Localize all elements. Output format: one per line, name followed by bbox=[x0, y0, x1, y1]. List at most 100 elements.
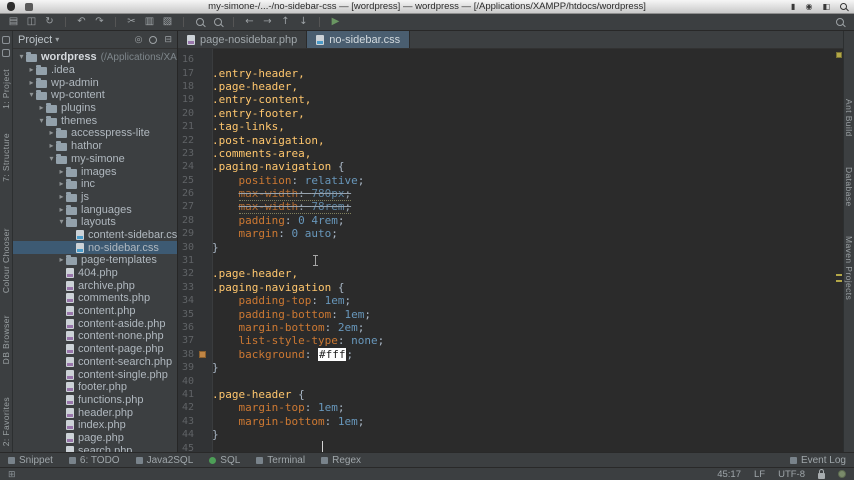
chevron-right-icon[interactable]: ▸ bbox=[57, 192, 66, 201]
line-number[interactable]: 41 bbox=[178, 389, 198, 400]
line-number[interactable]: 19 bbox=[178, 94, 198, 105]
tool-window-button-7-structure[interactable]: 7: Structure bbox=[1, 133, 11, 182]
tree-item-languages[interactable]: ▸ languages bbox=[13, 203, 177, 216]
line-number[interactable]: 30 bbox=[178, 242, 198, 253]
tree-item-hathor[interactable]: ▸ hathor bbox=[13, 140, 177, 153]
apple-menu-icon[interactable] bbox=[7, 2, 15, 11]
tool-window-button-terminal[interactable]: Terminal bbox=[256, 455, 305, 466]
line-number[interactable]: 28 bbox=[178, 215, 198, 226]
tool-strip-icon[interactable] bbox=[2, 36, 10, 44]
tool-window-button-1-project[interactable]: 1: Project bbox=[1, 69, 11, 109]
file-encoding[interactable]: UTF-8 bbox=[778, 469, 805, 480]
line-number[interactable]: 34 bbox=[178, 295, 198, 306]
code-line-17[interactable]: 17 .entry-header, bbox=[178, 66, 835, 80]
code-line-37[interactable]: 37 list-style-type: none; bbox=[178, 334, 835, 347]
tool-window-button-colour-chooser[interactable]: Colour Chooser bbox=[1, 228, 11, 293]
line-number[interactable]: 31 bbox=[178, 255, 198, 266]
line-number[interactable]: 22 bbox=[178, 135, 198, 146]
chevron-down-icon[interactable]: ▾ bbox=[47, 154, 56, 163]
tree-item-my-simone[interactable]: ▾ my-simone bbox=[13, 153, 177, 166]
code-line-38[interactable]: 38 background: #fff; bbox=[178, 347, 835, 361]
line-number[interactable]: 43 bbox=[178, 416, 198, 427]
copy-icon[interactable]: ▥ bbox=[142, 15, 157, 29]
chevron-down-icon[interactable]: ▾ bbox=[17, 53, 26, 61]
line-number[interactable]: 40 bbox=[178, 376, 198, 387]
tool-window-button-database[interactable]: Database bbox=[844, 167, 854, 207]
undo-icon[interactable]: ↶ bbox=[74, 15, 89, 29]
tree-item-page-templates[interactable]: ▸ page-templates bbox=[13, 254, 177, 267]
scroll-from-source-icon[interactable]: ◎ bbox=[135, 35, 143, 44]
code-line-31[interactable]: 31 bbox=[178, 254, 835, 267]
code-editor[interactable]: 16 17 .entry-header, 18 .page-header, 19 .entr… bbox=[178, 49, 835, 452]
hide-panel-icon[interactable]: ⊟ bbox=[164, 35, 172, 44]
code-line-19[interactable]: 19 .entry-content, bbox=[178, 93, 835, 106]
tree-item-content-search-php[interactable]: content-search.php bbox=[13, 356, 177, 369]
line-number[interactable]: 21 bbox=[178, 121, 198, 132]
replace-icon[interactable] bbox=[210, 15, 225, 29]
menubar-status-icon[interactable]: ◉ bbox=[805, 2, 812, 11]
line-number[interactable]: 16 bbox=[178, 54, 198, 65]
tree-item-comments-php[interactable]: comments.php bbox=[13, 292, 177, 305]
line-number[interactable]: 39 bbox=[178, 362, 198, 373]
menubar-status-icon[interactable]: ▮ bbox=[791, 2, 795, 11]
tree-item-images[interactable]: ▸ images bbox=[13, 165, 177, 178]
tree-item-content-sidebar-css[interactable]: content-sidebar.css bbox=[13, 229, 177, 242]
forward-icon[interactable]: → bbox=[260, 15, 275, 29]
tree-item-functions-php[interactable]: functions.php bbox=[13, 394, 177, 407]
code-line-36[interactable]: 36 margin-bottom: 2em; bbox=[178, 321, 835, 334]
tree-item-footer-php[interactable]: footer.php bbox=[13, 381, 177, 394]
tree-item-wp-content[interactable]: ▾ wp-content bbox=[13, 89, 177, 102]
code-line-33[interactable]: 33 .paging-navigation { bbox=[178, 281, 835, 294]
tool-window-button-java2sql[interactable]: Java2SQL bbox=[135, 455, 193, 466]
chevron-right-icon[interactable]: ▸ bbox=[57, 205, 66, 214]
tree-item-plugins[interactable]: ▸ plugins bbox=[13, 102, 177, 115]
code-line-21[interactable]: 21 .tag-links, bbox=[178, 120, 835, 133]
chevron-down-icon[interactable]: ▾ bbox=[57, 218, 66, 226]
tab-no-sidebar-css[interactable]: no-sidebar.css bbox=[307, 31, 411, 48]
code-line-27[interactable]: 27 max-width: 78rem; bbox=[178, 200, 835, 215]
tool-window-switcher-icon[interactable]: ⊞ bbox=[8, 469, 16, 479]
chevron-right-icon[interactable]: ▸ bbox=[47, 142, 56, 150]
save-icon[interactable]: ◫ bbox=[24, 15, 39, 29]
code-line-34[interactable]: 34 padding-top: 1em; bbox=[178, 294, 835, 307]
down-icon[interactable]: ↓ bbox=[296, 15, 311, 29]
tree-item-index-php[interactable]: index.php bbox=[13, 419, 177, 432]
line-number[interactable]: 35 bbox=[178, 309, 198, 320]
tree-item-search-php[interactable]: search.php bbox=[13, 444, 177, 452]
tree-item-archive-php[interactable]: archive.php bbox=[13, 279, 177, 292]
code-line-44[interactable]: 44} bbox=[178, 428, 835, 441]
code-line-32[interactable]: 32 .page-header, bbox=[178, 267, 835, 280]
tree-item-header-php[interactable]: header.php bbox=[13, 406, 177, 419]
code-line-42[interactable]: 42 margin-top: 1em; bbox=[178, 401, 835, 414]
warning-stripe-mark[interactable] bbox=[836, 274, 842, 276]
tree-item-idea[interactable]: ▸ .idea bbox=[13, 64, 177, 77]
spotlight-search-icon[interactable] bbox=[840, 3, 847, 10]
hector-inspections-icon[interactable] bbox=[838, 470, 846, 478]
line-number[interactable]: 42 bbox=[178, 402, 198, 413]
code-line-23[interactable]: 23 .comments-area, bbox=[178, 147, 835, 160]
line-number[interactable]: 17 bbox=[178, 68, 198, 79]
chevron-down-icon[interactable]: ▾ bbox=[55, 35, 59, 44]
code-line-39[interactable]: 39} bbox=[178, 361, 835, 374]
line-number[interactable]: 27 bbox=[178, 201, 198, 212]
tree-item-themes[interactable]: ▾ themes bbox=[13, 114, 177, 127]
inspections-indicator-icon[interactable] bbox=[836, 52, 842, 58]
code-line-20[interactable]: 20 .entry-footer, bbox=[178, 107, 835, 120]
tree-item-404-php[interactable]: 404.php bbox=[13, 267, 177, 280]
chevron-right-icon[interactable]: ▸ bbox=[57, 256, 66, 264]
chevron-right-icon[interactable]: ▸ bbox=[27, 78, 36, 87]
warning-stripe-mark[interactable] bbox=[836, 280, 842, 282]
tool-window-button-sql[interactable]: SQL bbox=[209, 455, 240, 466]
readonly-lock-icon[interactable] bbox=[818, 468, 825, 479]
line-number[interactable]: 26 bbox=[178, 188, 198, 199]
paste-icon[interactable]: ▧ bbox=[160, 15, 175, 29]
chevron-right-icon[interactable]: ▸ bbox=[57, 167, 66, 176]
menubar-status-icon[interactable]: ◧ bbox=[822, 2, 830, 11]
tree-item-no-sidebar-css[interactable]: no-sidebar.css bbox=[13, 241, 177, 254]
line-number[interactable]: 33 bbox=[178, 282, 198, 293]
code-line-29[interactable]: 29 margin: 0 auto; bbox=[178, 227, 835, 240]
chevron-right-icon[interactable]: ▸ bbox=[27, 66, 36, 74]
caret-position[interactable]: 45:17 bbox=[717, 469, 741, 480]
tree-item-layouts[interactable]: ▾ layouts bbox=[13, 216, 177, 229]
up-icon[interactable]: ↑ bbox=[278, 15, 293, 29]
